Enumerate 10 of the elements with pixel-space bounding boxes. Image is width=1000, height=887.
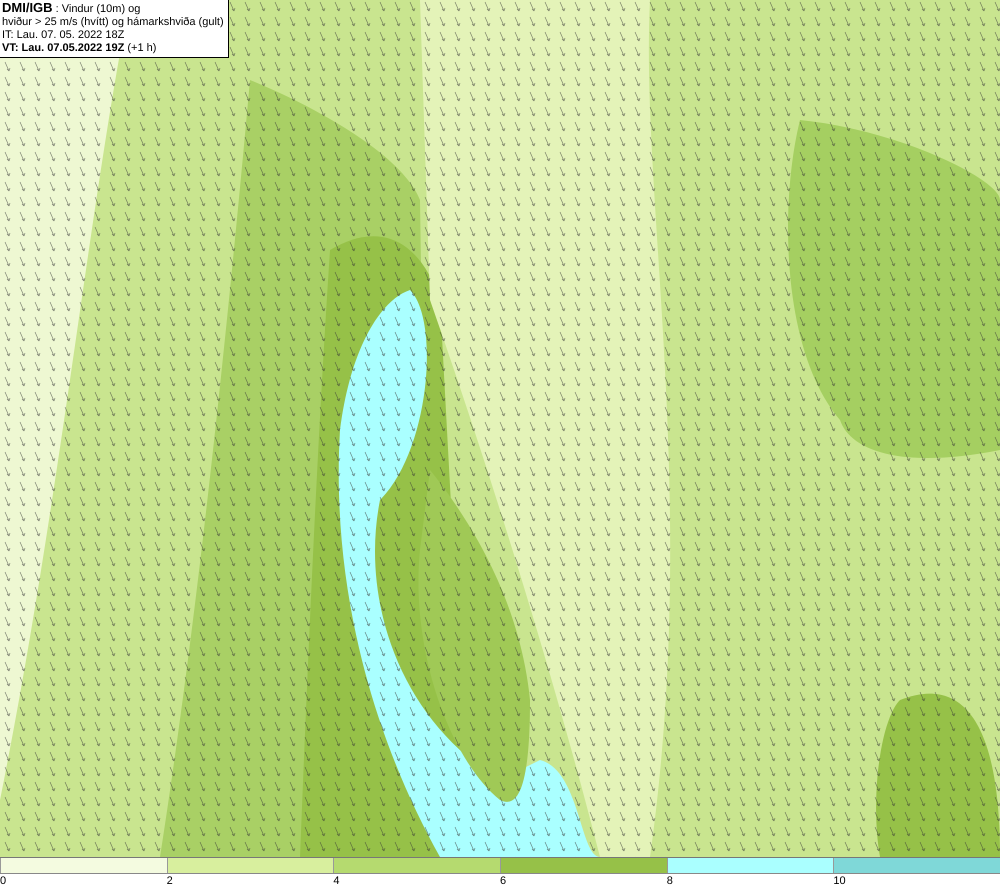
legend-label: 0 [0, 875, 6, 887]
legend-label: 2 [166, 875, 173, 887]
info-line: VT: Lau. 07.05.2022 19Z (+1 h) [2, 42, 158, 55]
info-line: IT: Lau. 07. 05. 2022 18Z [2, 29, 126, 42]
legend-label: 6 [500, 875, 506, 887]
legend-label: 4 [333, 875, 340, 887]
legend-label: 8 [666, 875, 673, 887]
info-line: DMI/IGB : Vindur (10m) og [2, 1, 142, 16]
info-line: hviður > 25 m/s (hvítt) og hámarkshviða (gult) [2, 16, 224, 29]
legend-label: 10 [833, 875, 846, 887]
